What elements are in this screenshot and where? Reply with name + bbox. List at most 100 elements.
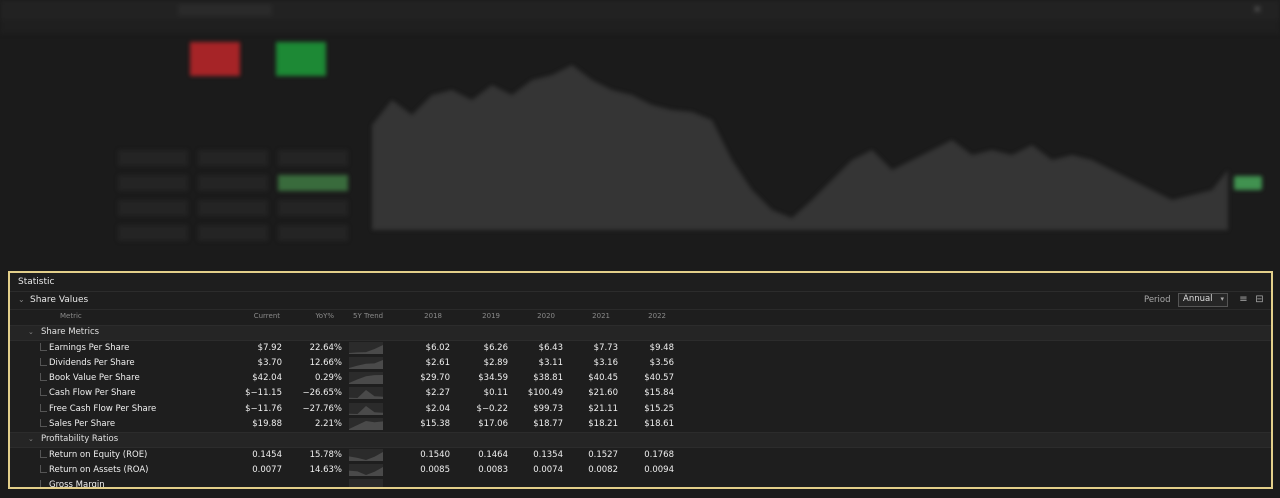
- chevron-down-icon[interactable]: ⌄: [28, 435, 34, 443]
- year-value: $99.73: [533, 403, 563, 414]
- column-header[interactable]: YoY%: [282, 312, 334, 320]
- year-value: $2.04: [425, 403, 450, 414]
- yoy-value: 14.63%: [309, 465, 342, 476]
- tree-line: [40, 357, 47, 366]
- sub-bar: [0, 20, 1280, 34]
- year-value: $29.70: [420, 373, 450, 384]
- group-title: Share Metrics: [41, 327, 100, 337]
- table-row[interactable]: Earnings Per Share $7.92 22.64% $6.02 $6.26 $…: [10, 341, 1271, 356]
- metric-name: Dividends Per Share: [49, 357, 135, 368]
- current-value: 0.1454: [252, 449, 282, 460]
- group-header[interactable]: ⌄ Profitability Ratios: [10, 432, 1271, 449]
- analyst-row: [18, 198, 358, 223]
- trend-sparkline: [349, 356, 383, 369]
- section-header[interactable]: ⌄ Share Values Period Annual ▾ ≡ ⊟: [10, 292, 1271, 310]
- table-row[interactable]: Book Value Per Share $42.04 0.29% $29.70 $34…: [10, 371, 1271, 386]
- current-value: $3.70: [257, 357, 282, 368]
- list-view-icon[interactable]: ≡: [1238, 294, 1249, 305]
- yoy-value: 15.78%: [309, 449, 342, 460]
- column-header[interactable]: 2020: [503, 312, 555, 320]
- year-value: $100.49: [527, 388, 563, 399]
- trend-area: [349, 467, 383, 477]
- metric-name: Free Cash Flow Per Share: [49, 403, 157, 414]
- year-value: 0.0074: [533, 465, 563, 476]
- table-row[interactable]: Gross Margin: [10, 478, 1271, 489]
- trend-area: [349, 390, 383, 400]
- column-header[interactable]: 2022: [614, 312, 666, 320]
- period-select[interactable]: Annual ▾: [1178, 293, 1228, 307]
- year-value: $34.59: [478, 373, 508, 384]
- year-value: 0.0083: [478, 465, 508, 476]
- chevron-down-icon: ▾: [1220, 295, 1224, 303]
- year-value: 0.1464: [478, 449, 508, 460]
- trend-area: [349, 344, 383, 354]
- year-value: 0.1354: [533, 449, 563, 460]
- year-value: $38.81: [533, 373, 563, 384]
- year-value: $21.60: [588, 388, 618, 399]
- year-value: 0.1527: [588, 449, 618, 460]
- column-header[interactable]: 5Y Trend: [353, 312, 393, 320]
- year-value: $15.84: [644, 388, 674, 399]
- trend-sparkline: [349, 479, 383, 487]
- trend-sparkline: [349, 372, 383, 385]
- table-row[interactable]: Return on Equity (ROE) 0.1454 15.78% 0.1540…: [10, 448, 1271, 463]
- yoy-value: 2.21%: [314, 419, 342, 429]
- close-icon[interactable]: ✕: [1253, 3, 1262, 16]
- year-value: 0.1540: [420, 449, 450, 460]
- column-header[interactable]: 2018: [390, 312, 442, 320]
- tree-line: [40, 465, 47, 474]
- group-title: Profitability Ratios: [41, 434, 119, 445]
- current-value: $−11.15: [245, 388, 282, 399]
- period-label: Period: [1144, 295, 1171, 305]
- metric-name: Return on Equity (ROE): [49, 449, 148, 460]
- table-row[interactable]: Free Cash Flow Per Share $−11.76 −27.76% $2…: [10, 402, 1271, 417]
- year-value: $−0.22: [476, 403, 508, 414]
- analyst-ratings: [18, 148, 358, 248]
- tree-line: [40, 419, 47, 427]
- year-value: 0.0094: [644, 465, 674, 476]
- year-value: $15.38: [420, 419, 450, 429]
- chevron-down-icon[interactable]: ⌄: [28, 328, 34, 336]
- panel-title: Statistic: [18, 277, 55, 287]
- metric-name: Gross Margin: [49, 480, 105, 489]
- yoy-value: −27.76%: [302, 403, 342, 414]
- metric-name: Earnings Per Share: [49, 342, 130, 353]
- buy-button[interactable]: [276, 42, 326, 76]
- year-value: $40.57: [644, 373, 674, 384]
- chevron-down-icon[interactable]: ⌄: [18, 295, 25, 304]
- year-value: $6.26: [483, 342, 508, 353]
- analyst-row: [18, 148, 358, 173]
- column-header[interactable]: 2019: [448, 312, 500, 320]
- tree-line: [40, 388, 47, 397]
- column-header[interactable]: 2021: [558, 312, 610, 320]
- column-header[interactable]: Metric: [60, 312, 160, 320]
- sell-button[interactable]: [190, 42, 240, 76]
- year-value: $40.45: [588, 373, 618, 384]
- window-tab[interactable]: [178, 4, 272, 16]
- group-header[interactable]: ⌄ Share Metrics: [10, 325, 1271, 341]
- year-value: 0.0082: [588, 465, 618, 476]
- trend-area: [349, 451, 383, 461]
- table-row[interactable]: Sales Per Share $19.88 2.21% $15.38 $17.06 $1…: [10, 417, 1271, 432]
- trend-sparkline: [349, 341, 383, 354]
- price-axis: [1232, 40, 1280, 240]
- panel-header: Statistic: [10, 273, 1271, 292]
- yoy-value: 12.66%: [309, 357, 342, 368]
- year-value: $9.48: [649, 342, 674, 353]
- year-value: $17.06: [478, 419, 508, 429]
- column-header[interactable]: Current: [222, 312, 280, 320]
- settings-view-icon[interactable]: ⊟: [1254, 294, 1265, 305]
- year-value: 0.1768: [644, 449, 674, 460]
- trend-sparkline: [349, 387, 383, 400]
- table-row[interactable]: Return on Assets (ROA) 0.0077 14.63% 0.0085…: [10, 463, 1271, 478]
- trend-sparkline: [349, 418, 383, 430]
- table-row[interactable]: Cash Flow Per Share $−11.15 −26.65% $2.27 $0…: [10, 386, 1271, 401]
- title-bar: ✕: [0, 0, 1280, 21]
- year-value: $3.11: [538, 357, 563, 368]
- price-chart: [372, 65, 1228, 230]
- metric-name: Cash Flow Per Share: [49, 388, 136, 399]
- trend-area: [349, 421, 383, 430]
- trend-area: [349, 375, 383, 385]
- table-row[interactable]: Dividends Per Share $3.70 12.66% $2.61 $2.89…: [10, 356, 1271, 371]
- trend-sparkline: [349, 402, 383, 415]
